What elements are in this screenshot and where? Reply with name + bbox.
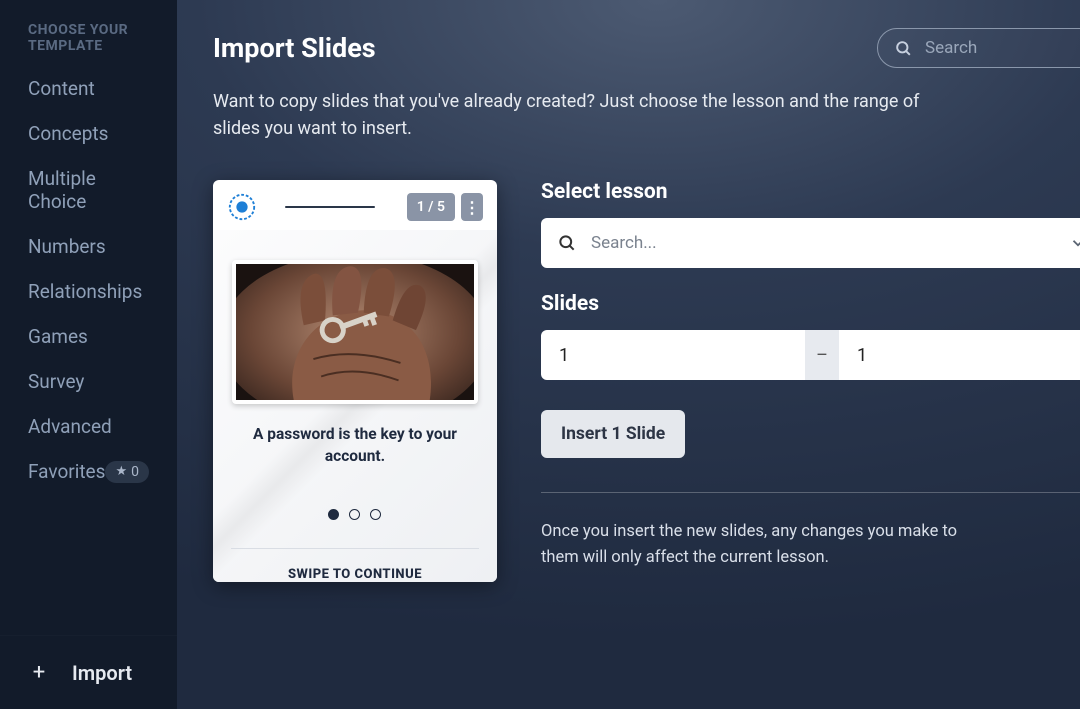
chevron-down-icon: [1069, 234, 1080, 252]
slides-range: –: [541, 330, 1080, 380]
import-label: Import: [72, 661, 132, 685]
lesson-select[interactable]: [541, 218, 1080, 268]
sidebar-item-content[interactable]: Content: [0, 66, 177, 111]
sidebar-item-concepts[interactable]: Concepts: [0, 111, 177, 156]
slide-image: [232, 260, 478, 404]
sidebar-item-multiple-choice[interactable]: Multiple Choice: [0, 156, 177, 224]
sidebar-items: Content Concepts Multiple Choice Numbers…: [0, 66, 177, 635]
sidebar-item-label: Multiple Choice: [28, 167, 96, 213]
sidebar-item-label: Survey: [28, 370, 84, 393]
sidebar-item-label: Content: [28, 77, 95, 100]
page-description: Want to copy slides that you've already …: [213, 88, 953, 142]
sidebar-item-advanced[interactable]: Advanced: [0, 404, 177, 449]
header-row: Import Slides: [213, 28, 1080, 68]
dot[interactable]: [349, 509, 360, 520]
sidebar-item-relationships[interactable]: Relationships: [0, 269, 177, 314]
sidebar-item-label: Favorites: [28, 460, 105, 483]
favorites-badge: ★ 0: [105, 461, 149, 483]
sidebar-item-label: Games: [28, 325, 88, 348]
insert-note: Once you insert the new slides, any chan…: [541, 519, 961, 570]
slide-caption: A password is the key to your account.: [245, 424, 465, 467]
favorites-count: 0: [131, 464, 139, 480]
search-input[interactable]: [925, 38, 1080, 58]
main-panel: Import Slides Want to copy slides that y…: [177, 0, 1080, 709]
slide-preview: 1 / 5 ⋮: [213, 180, 497, 582]
search-icon: [557, 233, 577, 253]
dot[interactable]: [370, 509, 381, 520]
sidebar-item-label: Advanced: [28, 415, 112, 438]
dot-active[interactable]: [328, 509, 339, 520]
sidebar-item-games[interactable]: Games: [0, 314, 177, 359]
lesson-search-input[interactable]: [591, 233, 1055, 253]
search-icon: [894, 39, 913, 58]
slide-counter: 1 / 5: [407, 193, 455, 221]
preview-body: A password is the key to your account. S…: [213, 230, 497, 582]
range-dash: –: [805, 330, 839, 380]
content-row: 1 / 5 ⋮: [213, 180, 1080, 582]
page-title: Import Slides: [213, 32, 376, 64]
star-icon: ★: [115, 464, 127, 479]
sidebar-item-label: Concepts: [28, 122, 108, 145]
import-button[interactable]: + Import: [0, 635, 177, 709]
insert-slide-button[interactable]: Insert 1 Slide: [541, 410, 685, 458]
select-lesson-label: Select lesson: [541, 180, 1080, 204]
sidebar-item-favorites[interactable]: Favorites ★ 0: [0, 449, 177, 494]
range-to-input[interactable]: [839, 330, 1080, 380]
slides-label: Slides: [541, 292, 1080, 316]
sidebar-item-numbers[interactable]: Numbers: [0, 224, 177, 269]
search-field[interactable]: [877, 28, 1080, 68]
range-from-input[interactable]: [541, 330, 805, 380]
sidebar-item-survey[interactable]: Survey: [0, 359, 177, 404]
sidebar-item-label: Numbers: [28, 235, 106, 258]
sidebar: CHOOSE YOUR TEMPLATE Content Concepts Mu…: [0, 0, 177, 709]
pagination-dots: [328, 509, 381, 520]
import-form: Select lesson Slides – Insert 1 Slide On…: [541, 180, 1080, 582]
plus-icon: +: [28, 660, 50, 685]
preview-title-line: [285, 206, 375, 208]
kebab-icon[interactable]: ⋮: [461, 193, 483, 221]
sidebar-item-label: Relationships: [28, 280, 142, 303]
preview-toolbar: 1 / 5 ⋮: [213, 180, 497, 230]
swipe-hint: SWIPE TO CONTINUE: [231, 548, 479, 582]
sidebar-header: CHOOSE YOUR TEMPLATE: [0, 0, 177, 66]
lesson-badge-icon: [227, 192, 257, 222]
divider: [541, 492, 1080, 493]
